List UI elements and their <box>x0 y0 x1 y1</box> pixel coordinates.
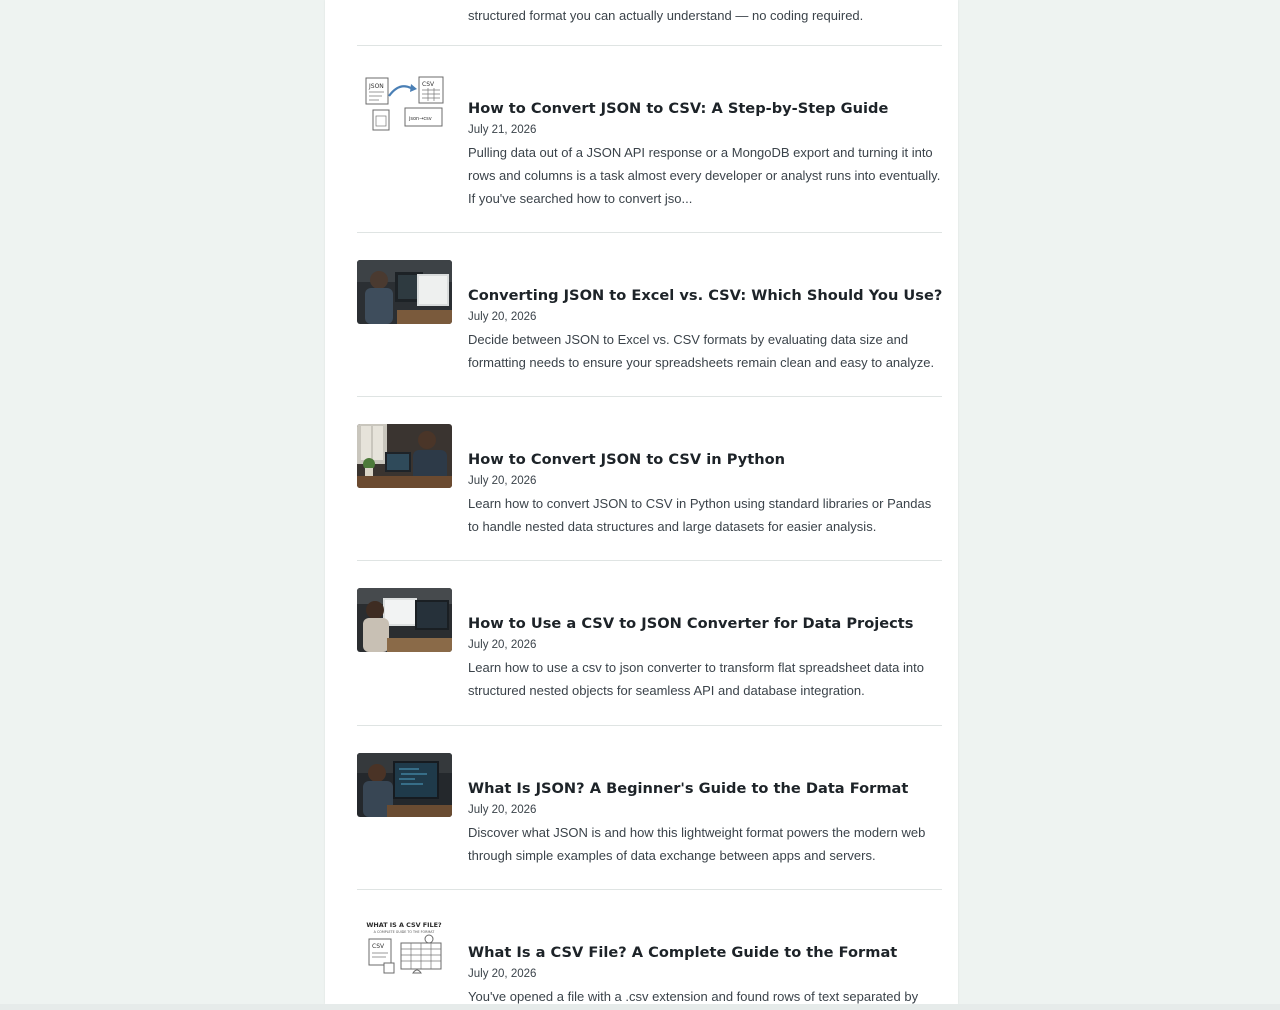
post-excerpt: Decide between JSON to Excel vs. CSV for… <box>468 332 935 370</box>
post-date: July 21, 2026 <box>468 124 537 136</box>
previous-post-excerpt: structured format you can actually under… <box>468 8 864 23</box>
post-title[interactable]: How to Convert JSON to CSV: A Step-by-St… <box>468 98 942 120</box>
post-divider <box>357 232 942 233</box>
thumb-csv-label: CSV <box>372 943 385 950</box>
post-title[interactable]: What Is JSON? A Beginner's Guide to the … <box>468 778 942 800</box>
post-excerpt: Learn how to convert JSON to CSV in Pyth… <box>468 496 932 534</box>
post-thumbnail-photo[interactable] <box>357 424 452 488</box>
post-divider <box>357 45 942 46</box>
thumb-subheading: A COMPLETE GUIDE TO THE FORMAT <box>374 930 436 934</box>
thumb-command-label: json→csv <box>408 116 432 122</box>
post-excerpt: Learn how to use a csv to json converter… <box>468 660 924 698</box>
post-thumbnail-photo[interactable] <box>357 260 452 324</box>
post-thumbnail-photo[interactable] <box>357 753 452 817</box>
post-date: July 20, 2026 <box>468 804 537 816</box>
post-divider <box>357 725 942 726</box>
post-excerpt: Discover what JSON is and how this light… <box>468 825 926 863</box>
post-date: July 20, 2026 <box>468 475 537 487</box>
page-bottom-edge <box>0 1004 1280 1010</box>
post-title[interactable]: Converting JSON to Excel vs. CSV: Which … <box>468 285 942 307</box>
post-title[interactable]: How to Convert JSON to CSV in Python <box>468 449 942 471</box>
post-thumbnail-json-to-csv[interactable]: JSON CSV json→csv <box>357 72 452 136</box>
post-divider <box>357 396 942 397</box>
blog-post-list: structured format you can actually under… <box>325 0 958 1004</box>
post-divider <box>357 889 942 890</box>
post-thumbnail-csv-guide[interactable]: WHAT IS A CSV FILE? A COMPLETE GUIDE TO … <box>357 917 452 981</box>
post-date: July 20, 2026 <box>468 968 537 980</box>
thumb-csv-label: CSV <box>422 81 435 88</box>
post-date: July 20, 2026 <box>468 311 537 323</box>
post-divider <box>357 560 942 561</box>
post-title[interactable]: What Is a CSV File? A Complete Guide to … <box>468 942 942 964</box>
post-date: July 20, 2026 <box>468 639 537 651</box>
thumb-heading: WHAT IS A CSV FILE? <box>366 921 442 929</box>
post-title[interactable]: How to Use a CSV to JSON Converter for D… <box>468 613 942 635</box>
thumb-json-label: JSON <box>368 83 384 90</box>
post-excerpt: You've opened a file with a .csv extensi… <box>468 989 919 1004</box>
post-thumbnail-photo[interactable] <box>357 588 452 652</box>
post-excerpt: Pulling data out of a JSON API response … <box>468 145 941 206</box>
